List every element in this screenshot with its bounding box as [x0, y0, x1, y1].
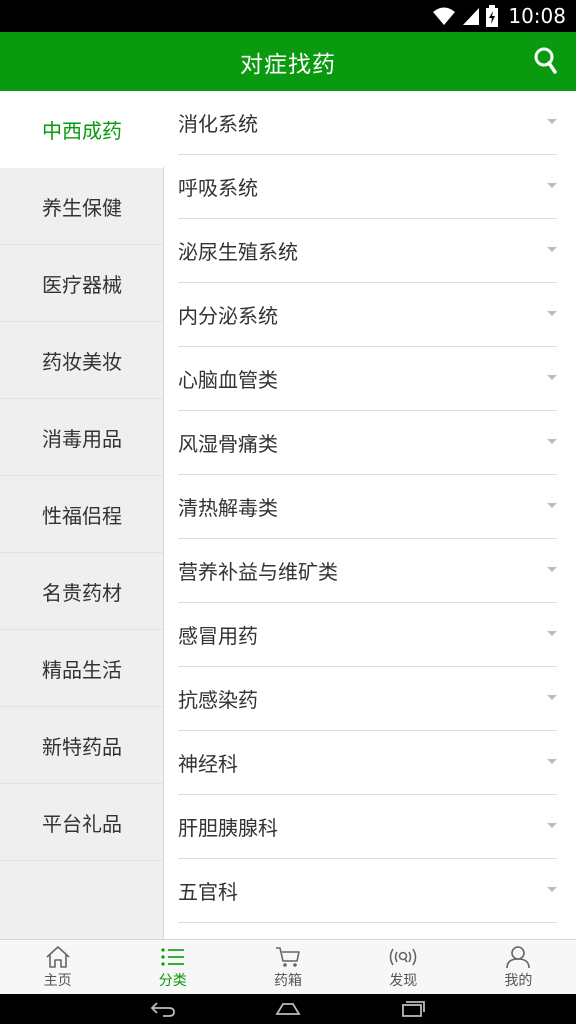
home-icon — [46, 946, 70, 968]
subcategory-label: 营养补益与维矿类 — [178, 560, 338, 584]
expand-arrow-icon — [547, 759, 557, 764]
system-nav-bar — [0, 994, 576, 1024]
subcategory-row[interactable]: 清热解毒类 — [178, 475, 557, 539]
sidebar-item[interactable]: 药妆美妆 — [0, 322, 164, 399]
expand-arrow-icon — [547, 567, 557, 572]
sidebar-item[interactable]: 消毒用品 — [0, 399, 164, 476]
expand-arrow-icon — [547, 311, 557, 316]
cart-icon — [276, 947, 300, 967]
discover-icon — [389, 948, 417, 966]
subcategory-label: 风湿骨痛类 — [178, 432, 278, 456]
tab-category[interactable]: 分类 — [115, 940, 230, 994]
subcategory-row[interactable]: 营养补益与维矿类 — [178, 539, 557, 603]
subcategory-row[interactable]: 肝胆胰腺科 — [178, 795, 557, 859]
expand-arrow-icon — [547, 247, 557, 252]
tab-home[interactable]: 主页 — [0, 940, 115, 994]
category-sidebar: 中西成药 养生保健 医疗器械 药妆美妆 消毒用品 性福侣程 名贵药材 精品生活 … — [0, 91, 165, 939]
subcategory-label: 泌尿生殖系统 — [178, 240, 298, 264]
subcategory-label: 感冒用药 — [178, 624, 258, 648]
user-icon — [506, 946, 531, 969]
subcategory-label: 清热解毒类 — [178, 496, 278, 520]
subcategory-row[interactable]: 五官科 — [178, 859, 557, 923]
subcategory-row[interactable]: 泌尿生殖系统 — [178, 219, 557, 283]
sidebar-item[interactable]: 平台礼品 — [0, 784, 164, 861]
subcategory-label: 呼吸系统 — [178, 176, 258, 200]
tab-label: 发现 — [389, 973, 418, 989]
subcategory-label: 消化系统 — [178, 112, 258, 136]
subcategory-label: 内分泌系统 — [178, 304, 278, 328]
tab-label: 分类 — [158, 973, 187, 989]
sidebar-item[interactable]: 性福侣程 — [0, 476, 164, 553]
subcategory-label: 五官科 — [178, 880, 238, 904]
expand-arrow-icon — [547, 631, 557, 636]
search-icon — [534, 47, 557, 74]
subcategory-row[interactable]: 抗感染药 — [178, 667, 557, 731]
subcategory-row[interactable]: 感冒用药 — [178, 603, 557, 667]
battery-icon — [486, 5, 499, 27]
recents-icon[interactable] — [399, 1000, 427, 1018]
tab-label: 药箱 — [274, 973, 302, 989]
sidebar-item[interactable]: 新特药品 — [0, 707, 164, 784]
status-icons: 10:08 — [432, 0, 566, 32]
subcategory-list: 消化系统 呼吸系统 泌尿生殖系统 内分泌系统 心脑血管类 风湿骨痛类 清热解毒类… — [164, 91, 576, 939]
subcategory-row[interactable]: 消化系统 — [178, 91, 557, 155]
sidebar-item[interactable]: 医疗器械 — [0, 245, 164, 322]
list-icon — [161, 948, 184, 966]
status-bar: 10:08 — [0, 0, 576, 32]
tab-label: 主页 — [43, 973, 72, 989]
app-header: 对症找药 — [0, 32, 576, 91]
expand-arrow-icon — [547, 823, 557, 828]
expand-arrow-icon — [547, 695, 557, 700]
home-button-icon[interactable] — [274, 1000, 302, 1018]
back-icon[interactable] — [149, 1000, 177, 1018]
sidebar-item[interactable]: 养生保健 — [0, 168, 164, 245]
tab-label: 我的 — [504, 973, 533, 989]
subcategory-row[interactable]: 内分泌系统 — [178, 283, 557, 347]
subcategory-row[interactable]: 风湿骨痛类 — [178, 411, 557, 475]
expand-arrow-icon — [547, 503, 557, 508]
sidebar-item[interactable]: 名贵药材 — [0, 553, 164, 630]
expand-arrow-icon — [547, 375, 557, 380]
tab-discover[interactable]: 发现 — [346, 940, 461, 994]
subcategory-label: 心脑血管类 — [178, 368, 278, 392]
expand-arrow-icon — [547, 887, 557, 892]
sidebar-item[interactable]: 中西成药 — [0, 91, 164, 168]
subcategory-row[interactable]: 心脑血管类 — [178, 347, 557, 411]
subcategory-row[interactable]: 神经科 — [178, 731, 557, 795]
search-button[interactable] — [528, 44, 562, 78]
signal-icon — [463, 8, 480, 25]
subcategory-label: 肝胆胰腺科 — [178, 816, 278, 840]
wifi-icon — [433, 7, 456, 25]
tab-medicine-box[interactable]: 药箱 — [230, 940, 345, 994]
page-title: 对症找药 — [240, 51, 336, 78]
subcategory-label: 神经科 — [178, 752, 238, 776]
expand-arrow-icon — [547, 439, 557, 444]
sidebar-item[interactable]: 精品生活 — [0, 630, 164, 707]
bottom-tab-bar: 主页 分类 药箱 发现 我的 — [0, 939, 576, 994]
expand-arrow-icon — [547, 119, 557, 124]
subcategory-row[interactable]: 呼吸系统 — [178, 155, 557, 219]
subcategory-label: 抗感染药 — [178, 688, 258, 712]
tab-profile[interactable]: 我的 — [461, 940, 576, 994]
status-time: 10:08 — [508, 4, 566, 28]
expand-arrow-icon — [547, 183, 557, 188]
